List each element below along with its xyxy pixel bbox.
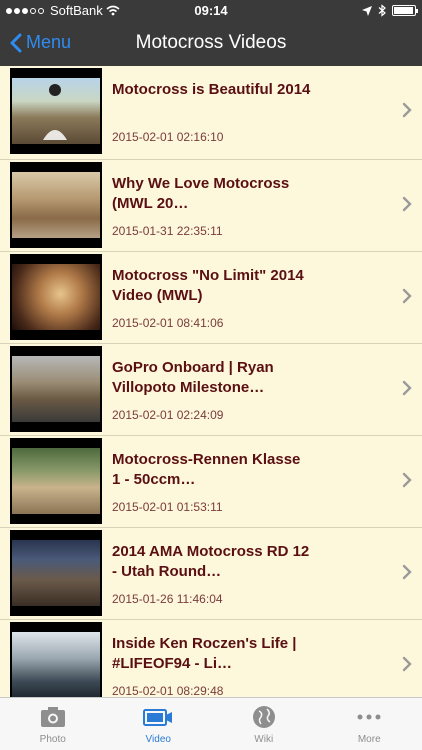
status-time: 09:14 [194,3,228,18]
video-title: 2014 AMA Motocross RD 12 - Utah Round… [112,543,310,580]
chevron-right-icon [402,196,412,212]
tab-more[interactable]: More [317,698,422,750]
chevron-right-icon [402,656,412,672]
tab-photo[interactable]: Photo [0,698,106,750]
video-date: 2015-02-01 02:24:09 [112,408,224,422]
video-row[interactable]: Why We Love Motocross (MWL 20… 2015-01-3… [0,160,422,252]
video-row[interactable]: Inside Ken Roczen's Life | #LIFEOF94 - L… [0,620,422,698]
video-list[interactable]: Motocross is Beautiful 2014 2015-02-01 0… [0,66,422,698]
tab-more-label: More [357,734,381,745]
chevron-right-icon [402,102,412,118]
video-date: 2015-02-01 02:16:10 [112,130,224,144]
video-thumbnail [10,162,102,248]
navigation-bar: Menu Motocross Videos [0,22,422,66]
page-title: Motocross Videos [135,32,287,53]
video-row[interactable]: Motocross-Rennen Klasse 1 - 50ccm… 2015-… [0,436,422,528]
video-date: 2015-02-01 08:29:48 [112,684,224,698]
tab-video-label: Video [145,734,171,745]
tab-wiki[interactable]: Wiki [211,698,317,750]
chevron-right-icon [402,472,412,488]
video-date: 2015-02-01 01:53:11 [112,500,223,514]
globe-icon [252,706,275,728]
status-bar: SoftBank 09:14 [0,0,422,22]
video-date: 2015-01-31 22:35:11 [112,224,223,238]
video-row[interactable]: Motocross is Beautiful 2014 2015-02-01 0… [0,66,422,160]
more-icon [357,714,381,720]
video-date: 2015-02-01 08:41:06 [112,316,224,330]
tab-photo-label: Photo [39,734,66,745]
video-thumbnail [10,438,102,524]
camera-icon [40,707,65,727]
video-row[interactable]: 2014 AMA Motocross RD 12 - Utah Round… 2… [0,528,422,620]
video-thumbnail [10,346,102,432]
tab-bar: Photo Video Wiki More [0,697,422,750]
video-title: GoPro Onboard | Ryan Villopoto Milestone… [112,359,274,396]
video-title: Motocross is Beautiful 2014 [112,81,311,98]
chevron-right-icon [402,564,412,580]
video-title: Motocross "No Limit" 2014 Video (MWL) [112,267,304,304]
video-title: Motocross-Rennen Klasse 1 - 50ccm… [112,451,301,488]
video-thumbnail [10,622,102,698]
video-thumbnail [10,254,102,340]
location-icon [362,5,372,16]
video-row[interactable]: GoPro Onboard | Ryan Villopoto Milestone… [0,344,422,436]
tab-wiki-label: Wiki [254,734,274,745]
video-icon [143,709,173,726]
video-title: Why We Love Motocross (MWL 20… [112,175,290,212]
video-thumbnail [10,530,102,616]
chevron-right-icon [402,288,412,304]
battery-icon [392,5,418,16]
video-thumbnail [10,68,102,154]
tab-video[interactable]: Video [106,698,212,750]
video-row[interactable]: Motocross "No Limit" 2014 Video (MWL) 20… [0,252,422,344]
video-title: Inside Ken Roczen's Life | #LIFEOF94 - L… [112,635,297,672]
bluetooth-icon [378,4,386,17]
video-date: 2015-01-26 11:46:04 [112,592,223,606]
chevron-right-icon [402,380,412,396]
